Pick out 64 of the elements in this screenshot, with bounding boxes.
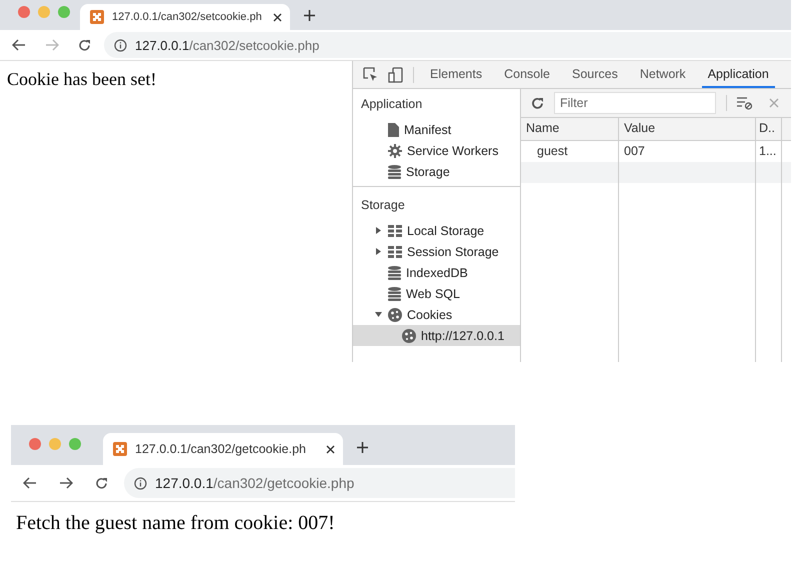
cookie-icon <box>388 308 402 322</box>
column-header[interactable]: D.. <box>756 118 782 140</box>
database-icon <box>388 286 401 300</box>
file-icon <box>388 122 399 136</box>
browser-tab[interactable]: 127.0.0.1/can302/getcookie.ph <box>103 433 343 465</box>
tree-item[interactable]: http://127.0.0.1 <box>353 325 520 346</box>
close-window-dot[interactable] <box>18 6 30 18</box>
tree-item[interactable]: Manifest <box>353 119 520 140</box>
maximize-window-dot[interactable] <box>69 438 81 450</box>
close-tab-icon[interactable] <box>326 444 335 454</box>
caret-right-icon[interactable] <box>375 248 382 255</box>
tree-item[interactable]: Session Storage <box>353 241 520 262</box>
clear-filter-icon[interactable] <box>737 96 753 110</box>
column-header[interactable]: Value <box>619 118 756 140</box>
tab-title: 127.0.0.1/can302/getcookie.ph <box>135 442 307 456</box>
info-icon <box>114 38 127 52</box>
back-icon[interactable] <box>12 39 26 51</box>
cookie-icon <box>402 328 416 342</box>
column-header[interactable]: Name <box>521 118 619 140</box>
address-bar[interactable]: 127.0.0.1/can302/setcookie.php <box>104 32 791 58</box>
close-tab-icon[interactable] <box>273 12 282 22</box>
devtools-tab[interactable]: Network <box>634 61 692 88</box>
minimize-window-dot[interactable] <box>49 438 61 450</box>
browser-tab[interactable]: 127.0.0.1/can302/setcookie.ph <box>80 4 290 30</box>
section-heading: Application <box>360 97 424 113</box>
page-text: Fetch the guest name from cookie: 007! <box>16 512 336 535</box>
new-tab-icon[interactable] <box>357 442 368 453</box>
caret-right-icon[interactable] <box>375 227 382 234</box>
section-heading: Storage <box>360 198 406 214</box>
address-bar[interactable]: 127.0.0.1/can302/getcookie.php <box>124 468 515 498</box>
devtools-tab[interactable]: Sources <box>566 61 624 88</box>
favicon-icon <box>113 442 127 456</box>
tree-item[interactable]: Service Workers <box>353 140 520 161</box>
tree-item[interactable]: Web SQL <box>353 283 520 304</box>
gear-icon <box>388 144 402 158</box>
inspect-icon[interactable] <box>363 67 378 82</box>
tree-item[interactable]: Local Storage <box>353 220 520 241</box>
devtools-tab[interactable]: Console <box>498 61 556 88</box>
new-tab-icon[interactable] <box>304 10 315 21</box>
device-icon[interactable] <box>388 66 403 82</box>
filter-field[interactable]: Filter <box>554 92 716 114</box>
page-text: Cookie has been set! <box>7 69 158 90</box>
forward-icon[interactable] <box>59 477 73 489</box>
tree-item[interactable]: Storage <box>353 161 520 182</box>
tree-item[interactable]: IndexedDB <box>353 262 520 283</box>
url-text: 127.0.0.1/can302/getcookie.php <box>155 475 354 491</box>
tree-item[interactable]: Cookies <box>353 304 520 325</box>
url-text: 127.0.0.1/can302/setcookie.php <box>135 38 320 52</box>
grid-icon <box>388 246 402 258</box>
database-icon <box>388 164 401 178</box>
refresh-icon[interactable] <box>531 96 544 110</box>
reload-icon[interactable] <box>95 476 108 490</box>
close-window-dot[interactable] <box>29 438 41 450</box>
caret-down-icon[interactable] <box>375 311 382 318</box>
minimize-window-dot[interactable] <box>38 6 50 18</box>
back-icon[interactable] <box>23 477 37 489</box>
maximize-window-dot[interactable] <box>58 6 70 18</box>
favicon-icon <box>90 10 104 24</box>
devtools-tab[interactable]: Elements <box>424 61 488 88</box>
reload-icon[interactable] <box>78 38 91 52</box>
tab-title: 127.0.0.1/can302/setcookie.ph <box>112 11 263 23</box>
info-icon <box>134 476 147 490</box>
database-icon <box>388 266 401 280</box>
grid-icon <box>388 224 402 236</box>
